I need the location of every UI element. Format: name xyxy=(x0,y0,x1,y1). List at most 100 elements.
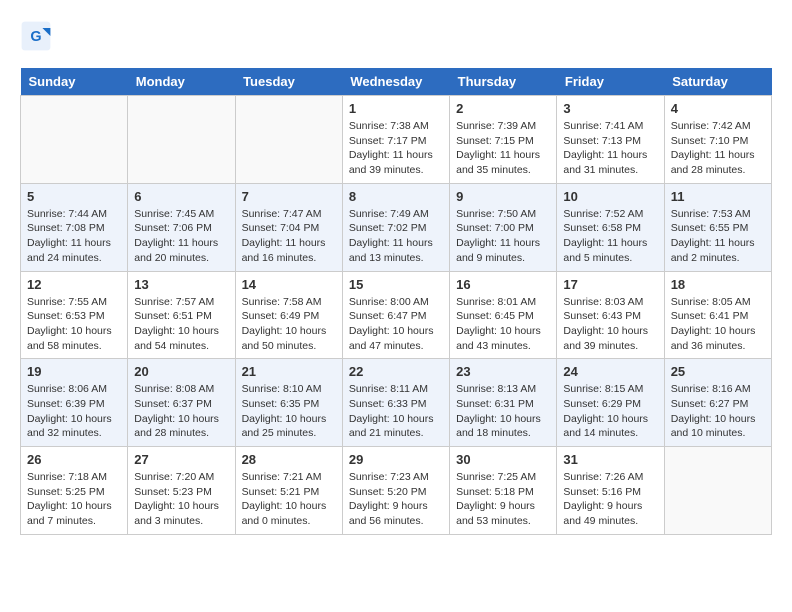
day-number: 26 xyxy=(27,452,121,467)
page-header: G xyxy=(20,20,772,52)
day-number: 13 xyxy=(134,277,228,292)
logo-icon: G xyxy=(20,20,52,52)
day-number: 12 xyxy=(27,277,121,292)
calendar-day-15: 15 Sunrise: 8:00 AM Sunset: 6:47 PM Dayli… xyxy=(342,271,449,359)
day-number: 4 xyxy=(671,101,765,116)
calendar-day-31: 31 Sunrise: 7:26 AM Sunset: 5:16 PM Dayli… xyxy=(557,447,664,535)
day-info: Sunrise: 7:55 AM Sunset: 6:53 PM Dayligh… xyxy=(27,295,121,354)
day-number: 29 xyxy=(349,452,443,467)
day-number: 20 xyxy=(134,364,228,379)
day-info: Sunrise: 7:47 AM Sunset: 7:04 PM Dayligh… xyxy=(242,207,336,266)
day-number: 28 xyxy=(242,452,336,467)
calendar-day-21: 21 Sunrise: 8:10 AM Sunset: 6:35 PM Dayli… xyxy=(235,359,342,447)
calendar-day-2: 2Sunrise: 7:39 AM Sunset: 7:15 PM Daylig… xyxy=(450,96,557,184)
day-info: Sunrise: 7:39 AM Sunset: 7:15 PM Dayligh… xyxy=(456,119,550,178)
calendar-empty-cell xyxy=(664,447,771,535)
calendar-empty-cell xyxy=(235,96,342,184)
day-number: 8 xyxy=(349,189,443,204)
calendar-week-row: 1Sunrise: 7:38 AM Sunset: 7:17 PM Daylig… xyxy=(21,96,772,184)
calendar-day-7: 7 Sunrise: 7:47 AM Sunset: 7:04 PM Daylig… xyxy=(235,183,342,271)
calendar-day-5: 5Sunrise: 7:44 AM Sunset: 7:08 PM Daylig… xyxy=(21,183,128,271)
day-info: Sunrise: 8:01 AM Sunset: 6:45 PM Dayligh… xyxy=(456,295,550,354)
day-number: 3 xyxy=(563,101,657,116)
calendar-day-26: 26 Sunrise: 7:18 AM Sunset: 5:25 PM Dayli… xyxy=(21,447,128,535)
day-number: 19 xyxy=(27,364,121,379)
day-info: Sunrise: 8:16 AM Sunset: 6:27 PM Dayligh… xyxy=(671,382,765,441)
day-info: Sunrise: 8:15 AM Sunset: 6:29 PM Dayligh… xyxy=(563,382,657,441)
calendar-day-13: 13 Sunrise: 7:57 AM Sunset: 6:51 PM Dayli… xyxy=(128,271,235,359)
calendar-day-10: 10 Sunrise: 7:52 AM Sunset: 6:58 PM Dayli… xyxy=(557,183,664,271)
day-info: Sunrise: 7:41 AM Sunset: 7:13 PM Dayligh… xyxy=(563,119,657,178)
calendar-day-1: 1Sunrise: 7:38 AM Sunset: 7:17 PM Daylig… xyxy=(342,96,449,184)
calendar-day-24: 24Sunrise: 8:15 AM Sunset: 6:29 PM Dayli… xyxy=(557,359,664,447)
day-info: Sunrise: 7:53 AM Sunset: 6:55 PM Dayligh… xyxy=(671,207,765,266)
day-info: Sunrise: 7:25 AM Sunset: 5:18 PM Dayligh… xyxy=(456,470,550,529)
calendar-week-row: 26 Sunrise: 7:18 AM Sunset: 5:25 PM Dayli… xyxy=(21,447,772,535)
day-number: 11 xyxy=(671,189,765,204)
day-info: Sunrise: 8:10 AM Sunset: 6:35 PM Dayligh… xyxy=(242,382,336,441)
day-number: 15 xyxy=(349,277,443,292)
calendar-week-row: 19 Sunrise: 8:06 AM Sunset: 6:39 PM Dayli… xyxy=(21,359,772,447)
day-number: 7 xyxy=(242,189,336,204)
calendar-day-23: 23Sunrise: 8:13 AM Sunset: 6:31 PM Dayli… xyxy=(450,359,557,447)
calendar-day-4: 4 Sunrise: 7:42 AM Sunset: 7:10 PM Daylig… xyxy=(664,96,771,184)
calendar-day-16: 16 Sunrise: 8:01 AM Sunset: 6:45 PM Dayli… xyxy=(450,271,557,359)
svg-text:G: G xyxy=(30,29,41,45)
day-number: 10 xyxy=(563,189,657,204)
day-info: Sunrise: 7:58 AM Sunset: 6:49 PM Dayligh… xyxy=(242,295,336,354)
calendar-day-12: 12 Sunrise: 7:55 AM Sunset: 6:53 PM Dayli… xyxy=(21,271,128,359)
weekday-header-saturday: Saturday xyxy=(664,68,771,96)
day-info: Sunrise: 8:06 AM Sunset: 6:39 PM Dayligh… xyxy=(27,382,121,441)
day-info: Sunrise: 7:52 AM Sunset: 6:58 PM Dayligh… xyxy=(563,207,657,266)
calendar-day-8: 8 Sunrise: 7:49 AM Sunset: 7:02 PM Daylig… xyxy=(342,183,449,271)
calendar-day-9: 9Sunrise: 7:50 AM Sunset: 7:00 PM Daylig… xyxy=(450,183,557,271)
day-number: 31 xyxy=(563,452,657,467)
day-info: Sunrise: 8:08 AM Sunset: 6:37 PM Dayligh… xyxy=(134,382,228,441)
calendar-empty-cell xyxy=(21,96,128,184)
day-info: Sunrise: 8:05 AM Sunset: 6:41 PM Dayligh… xyxy=(671,295,765,354)
calendar-table: SundayMondayTuesdayWednesdayThursdayFrid… xyxy=(20,68,772,535)
logo: G xyxy=(20,20,56,52)
calendar-day-19: 19 Sunrise: 8:06 AM Sunset: 6:39 PM Dayli… xyxy=(21,359,128,447)
day-number: 17 xyxy=(563,277,657,292)
day-info: Sunrise: 8:00 AM Sunset: 6:47 PM Dayligh… xyxy=(349,295,443,354)
day-number: 5 xyxy=(27,189,121,204)
calendar-empty-cell xyxy=(128,96,235,184)
day-number: 30 xyxy=(456,452,550,467)
weekday-header-friday: Friday xyxy=(557,68,664,96)
day-info: Sunrise: 7:49 AM Sunset: 7:02 PM Dayligh… xyxy=(349,207,443,266)
calendar-week-row: 5Sunrise: 7:44 AM Sunset: 7:08 PM Daylig… xyxy=(21,183,772,271)
weekday-header-sunday: Sunday xyxy=(21,68,128,96)
calendar-day-18: 18 Sunrise: 8:05 AM Sunset: 6:41 PM Dayli… xyxy=(664,271,771,359)
day-number: 14 xyxy=(242,277,336,292)
day-number: 16 xyxy=(456,277,550,292)
day-number: 18 xyxy=(671,277,765,292)
calendar-day-27: 27 Sunrise: 7:20 AM Sunset: 5:23 PM Dayli… xyxy=(128,447,235,535)
day-info: Sunrise: 7:18 AM Sunset: 5:25 PM Dayligh… xyxy=(27,470,121,529)
day-info: Sunrise: 8:11 AM Sunset: 6:33 PM Dayligh… xyxy=(349,382,443,441)
weekday-header-tuesday: Tuesday xyxy=(235,68,342,96)
day-number: 27 xyxy=(134,452,228,467)
day-info: Sunrise: 7:57 AM Sunset: 6:51 PM Dayligh… xyxy=(134,295,228,354)
weekday-header-monday: Monday xyxy=(128,68,235,96)
calendar-day-14: 14 Sunrise: 7:58 AM Sunset: 6:49 PM Dayli… xyxy=(235,271,342,359)
day-info: Sunrise: 7:20 AM Sunset: 5:23 PM Dayligh… xyxy=(134,470,228,529)
day-info: Sunrise: 8:13 AM Sunset: 6:31 PM Dayligh… xyxy=(456,382,550,441)
weekday-header-wednesday: Wednesday xyxy=(342,68,449,96)
calendar-day-25: 25 Sunrise: 8:16 AM Sunset: 6:27 PM Dayli… xyxy=(664,359,771,447)
calendar-day-30: 30 Sunrise: 7:25 AM Sunset: 5:18 PM Dayli… xyxy=(450,447,557,535)
weekday-header-thursday: Thursday xyxy=(450,68,557,96)
day-number: 25 xyxy=(671,364,765,379)
calendar-day-29: 29Sunrise: 7:23 AM Sunset: 5:20 PM Dayli… xyxy=(342,447,449,535)
day-info: Sunrise: 8:03 AM Sunset: 6:43 PM Dayligh… xyxy=(563,295,657,354)
day-info: Sunrise: 7:42 AM Sunset: 7:10 PM Dayligh… xyxy=(671,119,765,178)
calendar-day-3: 3 Sunrise: 7:41 AM Sunset: 7:13 PM Daylig… xyxy=(557,96,664,184)
day-info: Sunrise: 7:21 AM Sunset: 5:21 PM Dayligh… xyxy=(242,470,336,529)
calendar-day-20: 20 Sunrise: 8:08 AM Sunset: 6:37 PM Dayli… xyxy=(128,359,235,447)
calendar-day-6: 6Sunrise: 7:45 AM Sunset: 7:06 PM Daylig… xyxy=(128,183,235,271)
day-info: Sunrise: 7:26 AM Sunset: 5:16 PM Dayligh… xyxy=(563,470,657,529)
day-number: 21 xyxy=(242,364,336,379)
weekday-header-row: SundayMondayTuesdayWednesdayThursdayFrid… xyxy=(21,68,772,96)
day-number: 22 xyxy=(349,364,443,379)
calendar-day-11: 11 Sunrise: 7:53 AM Sunset: 6:55 PM Dayli… xyxy=(664,183,771,271)
